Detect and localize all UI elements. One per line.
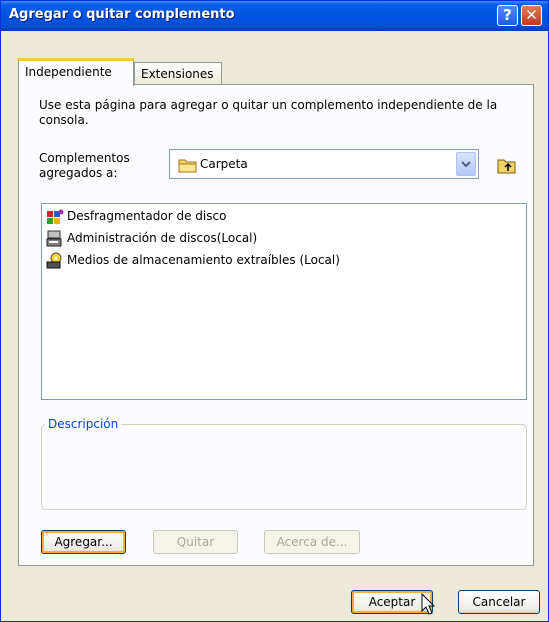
up-one-level-icon[interactable] bbox=[496, 154, 518, 176]
folder-icon bbox=[178, 159, 197, 173]
help-button[interactable]: ? bbox=[497, 5, 518, 26]
tab-extensiones[interactable]: Extensiones bbox=[134, 62, 222, 84]
window-title: Agregar o quitar complemento bbox=[9, 7, 235, 22]
close-button[interactable]: ✕ bbox=[521, 5, 542, 26]
chevron-down-icon[interactable] bbox=[456, 152, 476, 176]
disk-management-icon bbox=[46, 230, 62, 247]
removable-storage-icon bbox=[46, 252, 62, 269]
tab-independiente[interactable]: Independiente bbox=[18, 58, 134, 86]
intro-text: Use esta página para agregar o quitar un… bbox=[39, 98, 498, 127]
description-group bbox=[41, 424, 527, 510]
cancel-button[interactable]: Cancelar bbox=[458, 590, 540, 614]
mouse-cursor-icon bbox=[421, 593, 436, 615]
snapin-list[interactable]: Desfragmentador de disco Administración … bbox=[41, 203, 527, 400]
remove-button[interactable]: Quitar bbox=[153, 530, 238, 554]
defrag-icon bbox=[47, 209, 64, 224]
added-to-label: Complementos agregados a: bbox=[39, 151, 130, 180]
list-item-label: Medios de almacenamiento extraíbles (Loc… bbox=[67, 253, 340, 267]
title-bar[interactable]: Agregar o quitar complemento ? ✕ bbox=[1, 1, 548, 31]
list-item-label: Desfragmentador de disco bbox=[67, 209, 227, 223]
dialog-window: Agregar o quitar complemento ? ✕ Indepen… bbox=[0, 0, 549, 622]
dropdown-value: Carpeta bbox=[200, 157, 248, 171]
list-item-label: Administración de discos(Local) bbox=[67, 231, 258, 245]
about-button[interactable]: Acerca de... bbox=[264, 530, 360, 554]
add-button[interactable]: Agregar... bbox=[41, 530, 126, 554]
snapin-location-dropdown[interactable]: Carpeta bbox=[169, 149, 479, 179]
description-heading: Descripción bbox=[45, 417, 122, 431]
